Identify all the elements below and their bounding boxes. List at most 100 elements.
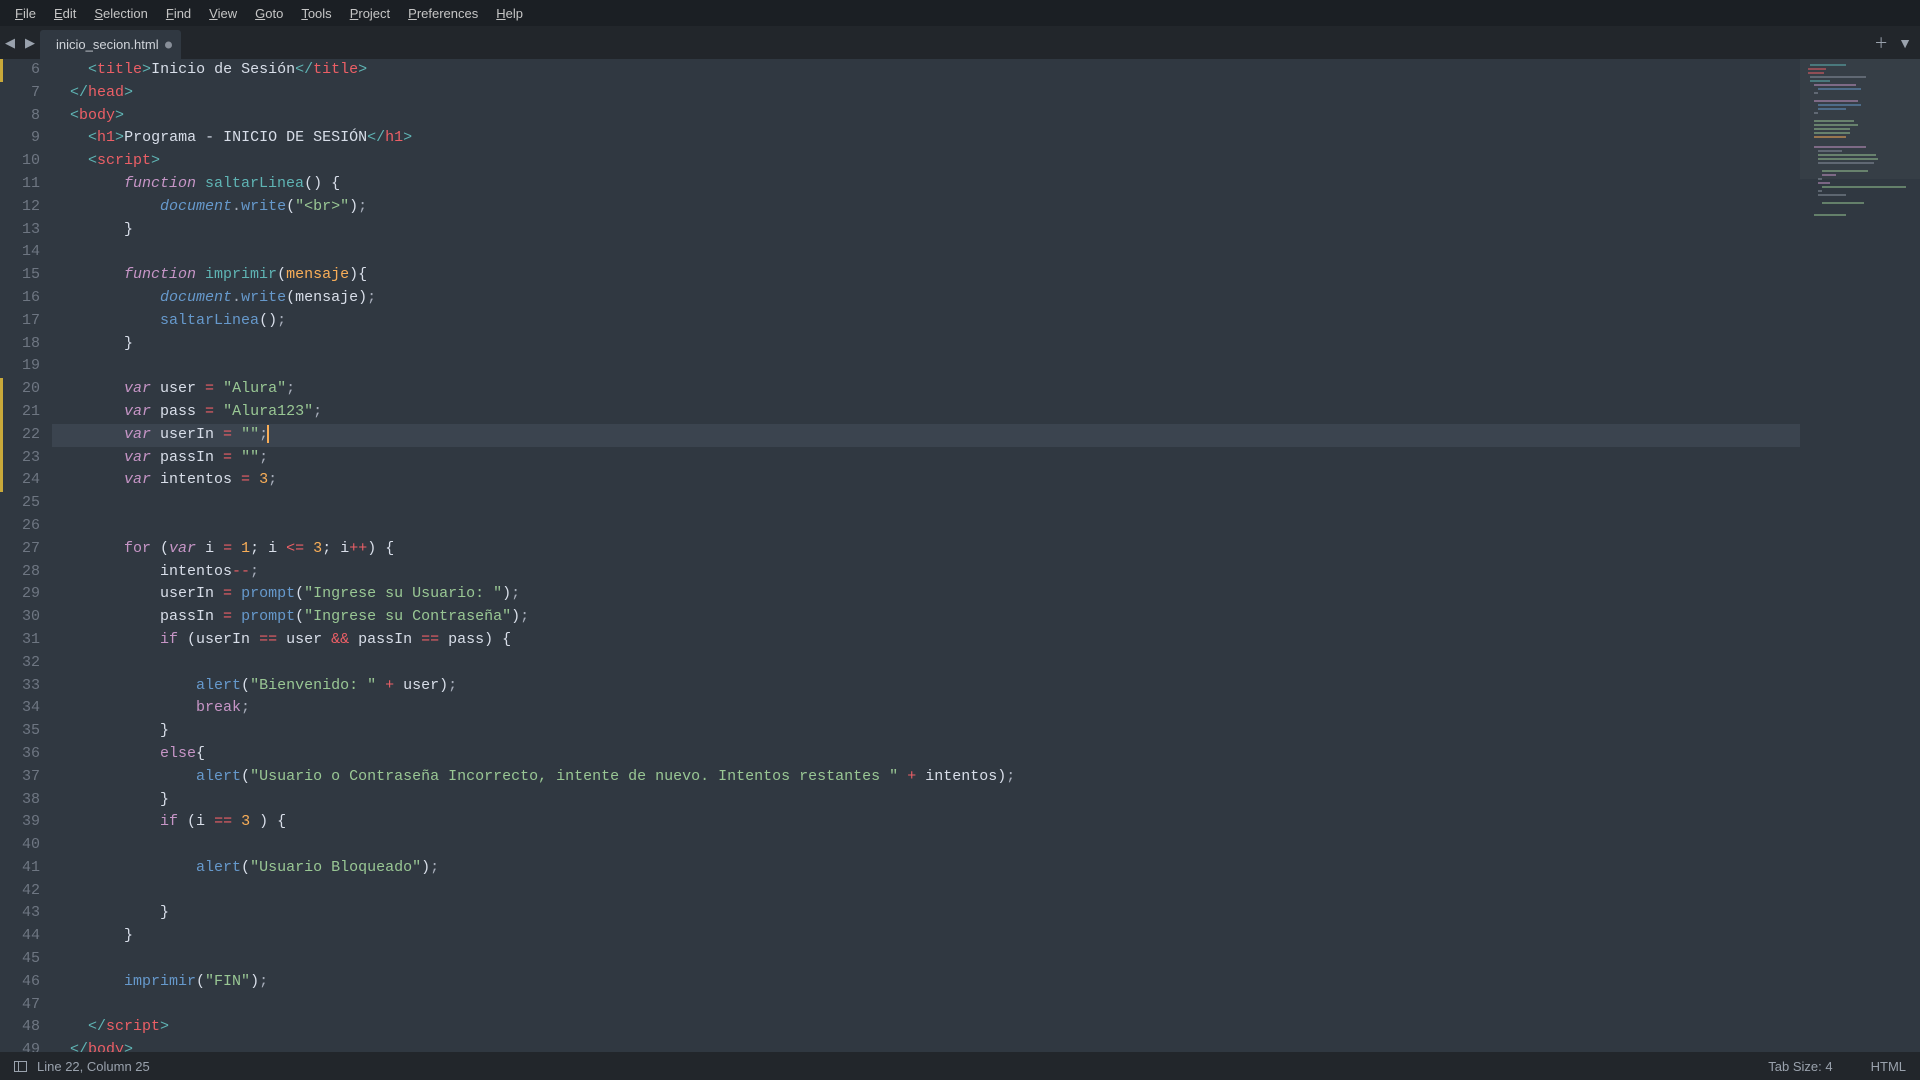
line-number[interactable]: 29: [0, 583, 40, 606]
tab-size[interactable]: Tab Size: 4: [1768, 1059, 1832, 1074]
menu-tools[interactable]: Tools: [292, 6, 340, 21]
code-line[interactable]: }: [52, 925, 1800, 948]
code-line[interactable]: alert("Bienvenido: " + user);: [52, 675, 1800, 698]
code-line[interactable]: }: [52, 333, 1800, 356]
line-number[interactable]: 23: [0, 447, 40, 470]
line-number[interactable]: 15: [0, 264, 40, 287]
code-line[interactable]: }: [52, 720, 1800, 743]
code-line[interactable]: [52, 834, 1800, 857]
code-line[interactable]: var pass = "Alura123";: [52, 401, 1800, 424]
line-number[interactable]: 10: [0, 150, 40, 173]
line-number[interactable]: 22: [0, 424, 40, 447]
line-number[interactable]: 40: [0, 834, 40, 857]
code-line[interactable]: for (var i = 1; i <= 3; i++) {: [52, 538, 1800, 561]
code-line[interactable]: if (i == 3 ) {: [52, 811, 1800, 834]
code-line[interactable]: <h1>Programa - INICIO DE SESIÓN</h1>: [52, 127, 1800, 150]
line-number[interactable]: 18: [0, 333, 40, 356]
menu-preferences[interactable]: Preferences: [399, 6, 487, 21]
code-line[interactable]: }: [52, 219, 1800, 242]
menu-view[interactable]: View: [200, 6, 246, 21]
code-line[interactable]: else{: [52, 743, 1800, 766]
code-line[interactable]: [52, 355, 1800, 378]
line-number[interactable]: 41: [0, 857, 40, 880]
code-line[interactable]: var passIn = "";: [52, 447, 1800, 470]
line-number[interactable]: 6: [0, 59, 40, 82]
code-line[interactable]: break;: [52, 697, 1800, 720]
line-number[interactable]: 27: [0, 538, 40, 561]
line-number[interactable]: 7: [0, 82, 40, 105]
code-line[interactable]: <body>: [52, 105, 1800, 128]
code-line[interactable]: [52, 994, 1800, 1017]
code-line[interactable]: alert("Usuario o Contraseña Incorrecto, …: [52, 766, 1800, 789]
line-number[interactable]: 12: [0, 196, 40, 219]
line-number[interactable]: 9: [0, 127, 40, 150]
line-number[interactable]: 38: [0, 789, 40, 812]
line-number[interactable]: 33: [0, 675, 40, 698]
code-line[interactable]: intentos--;: [52, 561, 1800, 584]
code-line[interactable]: }: [52, 789, 1800, 812]
nav-forward-icon[interactable]: ▶: [20, 26, 40, 59]
code-line[interactable]: function saltarLinea() {: [52, 173, 1800, 196]
code-line[interactable]: userIn = prompt("Ingrese su Usuario: ");: [52, 583, 1800, 606]
menu-help[interactable]: Help: [487, 6, 532, 21]
code-line[interactable]: var user = "Alura";: [52, 378, 1800, 401]
code-line[interactable]: <title>Inicio de Sesión</title>: [52, 59, 1800, 82]
code-line[interactable]: saltarLinea();: [52, 310, 1800, 333]
line-number[interactable]: 45: [0, 948, 40, 971]
line-number-gutter[interactable]: 6789101112131415161718192021222324252627…: [0, 59, 52, 1052]
code-line[interactable]: [52, 515, 1800, 538]
code-line[interactable]: var userIn = "";: [52, 424, 1800, 447]
line-number[interactable]: 8: [0, 105, 40, 128]
line-number[interactable]: 39: [0, 811, 40, 834]
minimap[interactable]: [1800, 59, 1920, 1052]
new-tab-icon[interactable]: ＋: [1874, 33, 1888, 53]
line-number[interactable]: 34: [0, 697, 40, 720]
code-line[interactable]: passIn = prompt("Ingrese su Contraseña")…: [52, 606, 1800, 629]
menu-edit[interactable]: Edit: [45, 6, 85, 21]
line-number[interactable]: 36: [0, 743, 40, 766]
nav-back-icon[interactable]: ◀: [0, 26, 20, 59]
line-number[interactable]: 48: [0, 1016, 40, 1039]
code-line[interactable]: imprimir("FIN");: [52, 971, 1800, 994]
code-line[interactable]: function imprimir(mensaje){: [52, 264, 1800, 287]
cursor-position[interactable]: Line 22, Column 25: [37, 1059, 150, 1074]
menu-selection[interactable]: Selection: [85, 6, 156, 21]
line-number[interactable]: 17: [0, 310, 40, 333]
line-number[interactable]: 13: [0, 219, 40, 242]
line-number[interactable]: 26: [0, 515, 40, 538]
line-number[interactable]: 11: [0, 173, 40, 196]
line-number[interactable]: 19: [0, 355, 40, 378]
code-line[interactable]: var intentos = 3;: [52, 469, 1800, 492]
code-line[interactable]: document.write(mensaje);: [52, 287, 1800, 310]
line-number[interactable]: 14: [0, 241, 40, 264]
line-number[interactable]: 43: [0, 902, 40, 925]
code-line[interactable]: if (userIn == user && passIn == pass) {: [52, 629, 1800, 652]
line-number[interactable]: 37: [0, 766, 40, 789]
file-tab[interactable]: inicio_secion.html: [40, 30, 181, 59]
line-number[interactable]: 32: [0, 652, 40, 675]
menu-file[interactable]: File: [6, 6, 45, 21]
code-line[interactable]: [52, 492, 1800, 515]
code-line[interactable]: </script>: [52, 1016, 1800, 1039]
panel-toggle-icon[interactable]: [14, 1061, 27, 1072]
line-number[interactable]: 20: [0, 378, 40, 401]
syntax-language[interactable]: HTML: [1871, 1059, 1906, 1074]
menu-project[interactable]: Project: [341, 6, 399, 21]
code-line[interactable]: alert("Usuario Bloqueado");: [52, 857, 1800, 880]
tab-dropdown-icon[interactable]: ▼: [1898, 35, 1912, 51]
code-line[interactable]: [52, 948, 1800, 971]
code-line[interactable]: [52, 880, 1800, 903]
line-number[interactable]: 31: [0, 629, 40, 652]
code-line[interactable]: }: [52, 902, 1800, 925]
line-number[interactable]: 28: [0, 561, 40, 584]
line-number[interactable]: 46: [0, 971, 40, 994]
code-line[interactable]: </head>: [52, 82, 1800, 105]
line-number[interactable]: 25: [0, 492, 40, 515]
line-number[interactable]: 35: [0, 720, 40, 743]
line-number[interactable]: 24: [0, 469, 40, 492]
code-line[interactable]: <script>: [52, 150, 1800, 173]
code-line[interactable]: [52, 652, 1800, 675]
line-number[interactable]: 47: [0, 994, 40, 1017]
code-line[interactable]: [52, 241, 1800, 264]
line-number[interactable]: 16: [0, 287, 40, 310]
